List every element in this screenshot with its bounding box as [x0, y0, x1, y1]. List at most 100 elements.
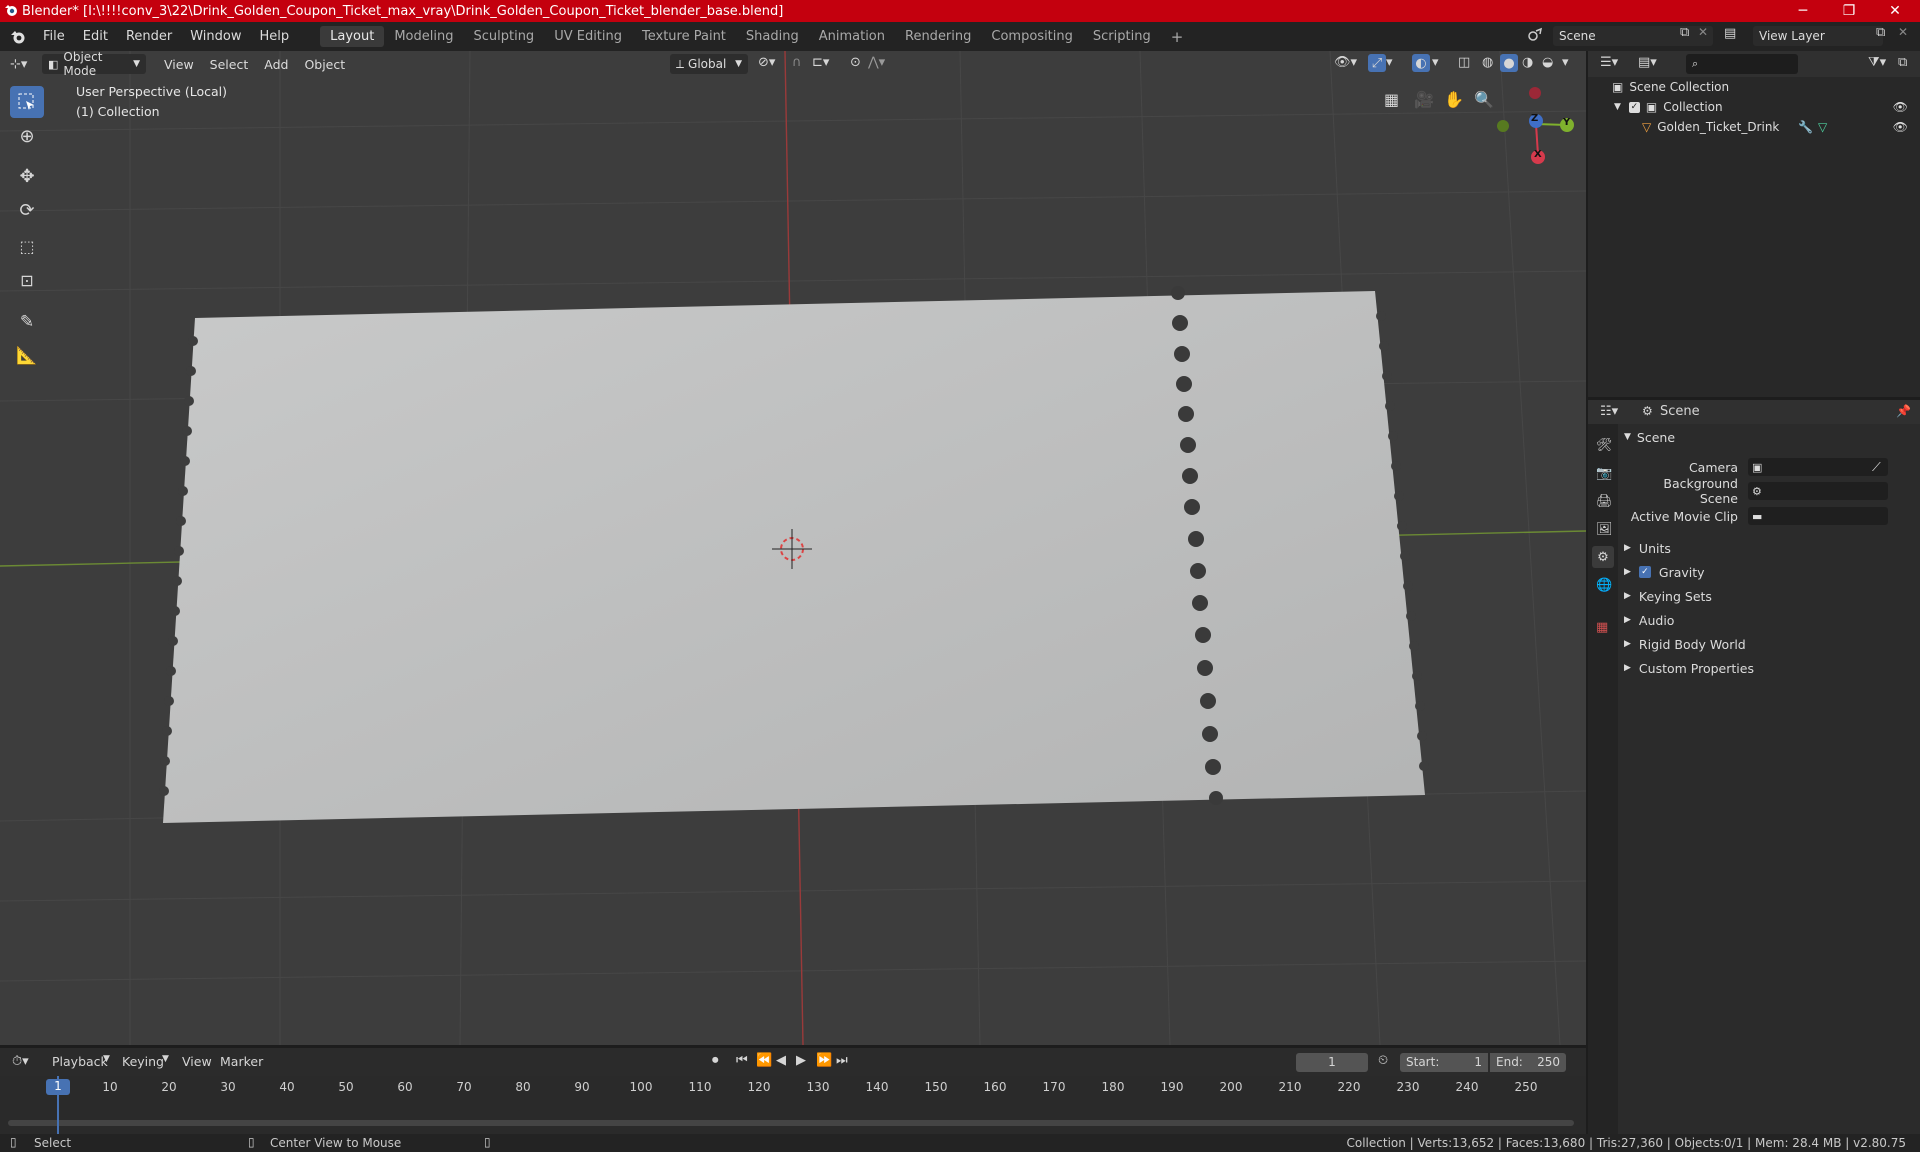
blender-menu-icon[interactable] — [10, 29, 26, 45]
pin-icon[interactable]: 📌 — [1896, 404, 1911, 418]
3d-viewport[interactable] — [0, 51, 1586, 1045]
expand-arrow-icon[interactable]: ▼ — [1614, 102, 1621, 112]
overlay-toggle-icon[interactable]: ◐ — [1412, 54, 1430, 72]
snap-target-icon[interactable]: ⊏▾ — [812, 55, 829, 70]
new-collection-icon[interactable]: ⧉ — [1898, 55, 1907, 70]
view-layer-remove-icon[interactable]: ✕ — [1898, 25, 1908, 39]
start-frame-field[interactable]: Start: 1 — [1400, 1053, 1488, 1072]
outliner-row-object[interactable]: ▽ Golden_Ticket_Drink 🔧 ▽ 👁 — [1588, 117, 1920, 137]
keying-sets-section[interactable]: ▶ Keying Sets — [1624, 585, 1916, 607]
menu-window[interactable]: Window — [181, 29, 250, 44]
tab-scripting[interactable]: Scripting — [1083, 26, 1161, 47]
measure-tool[interactable]: 📐 — [10, 340, 44, 372]
editor-type-icon[interactable]: ⊹▾ — [10, 57, 34, 72]
output-tab-icon[interactable]: 🖨 — [1596, 494, 1613, 509]
scene-new-icon[interactable]: ⧉ — [1680, 25, 1689, 40]
mesh-data-icon[interactable]: ▽ — [1818, 120, 1827, 134]
scene-panel-header[interactable]: ▼ Scene — [1624, 426, 1916, 448]
tab-animation[interactable]: Animation — [809, 26, 895, 47]
timeline-menu-marker[interactable]: Marker — [220, 1054, 263, 1069]
filter-icon[interactable]: ⧩▾ — [1868, 55, 1886, 70]
current-frame-field[interactable]: 1 — [1296, 1053, 1368, 1072]
add-workspace-icon[interactable]: + — [1161, 25, 1194, 49]
scene-remove-icon[interactable]: ✕ — [1698, 25, 1708, 39]
menu-render[interactable]: Render — [117, 29, 181, 44]
tab-layout[interactable]: Layout — [320, 26, 385, 47]
grid-view-icon[interactable]: ▦ — [1384, 90, 1399, 109]
preview-range-icon[interactable]: ⏲ — [1378, 1053, 1388, 1068]
cursor-tool[interactable]: ⊕ — [10, 120, 44, 152]
properties-editor-icon[interactable]: ☷▾ — [1600, 404, 1618, 419]
units-section[interactable]: ▶ Units — [1624, 537, 1916, 559]
eye-icon[interactable]: 👁 — [1893, 100, 1908, 114]
view-layer-new-icon[interactable]: ⧉ — [1876, 25, 1885, 40]
minimize-button[interactable]: ─ — [1780, 0, 1826, 22]
proportional-edit-icon[interactable]: ⊙ — [850, 55, 861, 70]
annotate-tool[interactable]: ✎ — [10, 306, 44, 338]
pan-hand-icon[interactable]: ✋ — [1444, 90, 1464, 109]
snap-icon[interactable]: ∩ — [792, 55, 802, 70]
viewport-menu-object[interactable]: Object — [296, 55, 353, 74]
scale-tool[interactable]: ⬚ — [10, 230, 44, 262]
chevron-down-icon[interactable]: ▾ — [1562, 55, 1569, 70]
active-movie-clip-field[interactable]: ▬ — [1748, 507, 1888, 525]
next-keyframe-icon[interactable]: ⏩ — [816, 1053, 832, 1068]
prev-keyframe-icon[interactable]: ⏪ — [756, 1053, 772, 1068]
tool-tab-icon[interactable]: 🛠 — [1596, 438, 1613, 453]
texture-tab-icon[interactable]: ▦ — [1596, 620, 1608, 635]
jump-start-icon[interactable]: ⏮ — [736, 1053, 748, 1068]
outliner-row-collection[interactable]: ▼ ✓ ▣ Collection 👁 — [1588, 97, 1920, 117]
audio-section[interactable]: ▶ Audio — [1624, 609, 1916, 631]
modifier-wrench-icon[interactable]: 🔧 — [1798, 120, 1813, 134]
pivot-point-icon[interactable]: ⊘▾ — [758, 55, 775, 70]
timeline-scrollbar[interactable] — [8, 1120, 1574, 1126]
background-scene-field[interactable]: ⚙ — [1748, 482, 1888, 500]
viewport-menu-add[interactable]: Add — [256, 55, 296, 74]
falloff-icon[interactable]: ⋀▾ — [868, 55, 885, 70]
collection-checkbox[interactable]: ✓ — [1628, 101, 1640, 113]
menu-file[interactable]: File — [34, 29, 74, 44]
camera-view-icon[interactable]: 🎥 — [1414, 90, 1434, 109]
select-box-tool[interactable] — [10, 86, 44, 118]
timeline-menu-view[interactable]: View — [182, 1054, 212, 1069]
render-tab-icon[interactable]: 📷 — [1596, 466, 1612, 481]
view-layer-tab-icon[interactable]: 🖼 — [1596, 522, 1613, 537]
eyedropper-icon[interactable]: ⟋ — [1872, 459, 1881, 475]
transform-tool[interactable]: ⊡ — [10, 264, 44, 296]
outliner-search-input[interactable]: ⌕ — [1686, 54, 1798, 74]
tab-sculpting[interactable]: Sculpting — [463, 26, 544, 47]
navigation-gizmo[interactable]: Z Y X — [1486, 82, 1582, 168]
viewport-menu-view[interactable]: View — [156, 55, 202, 74]
play-reverse-icon[interactable]: ◀ — [776, 1053, 786, 1068]
playhead-frame-label[interactable]: 1 — [46, 1079, 70, 1095]
camera-field[interactable]: ▣ — [1748, 458, 1888, 476]
close-button[interactable]: ✕ — [1872, 0, 1918, 22]
tab-rendering[interactable]: Rendering — [895, 26, 981, 47]
timeline-editor-icon[interactable]: ⏱▾ — [12, 1054, 29, 1069]
visibility-icon[interactable]: 👁▾ — [1334, 55, 1357, 70]
outliner-editor-icon[interactable]: ☰▾ — [1600, 55, 1618, 70]
world-tab-icon[interactable]: 🌐 — [1596, 578, 1612, 593]
play-icon[interactable]: ▶ — [796, 1053, 806, 1068]
menu-edit[interactable]: Edit — [74, 29, 117, 44]
chevron-down-icon[interactable]: ▾ — [1386, 55, 1393, 70]
tab-shading[interactable]: Shading — [736, 26, 809, 47]
timeline-menu-playback[interactable]: Playback — [52, 1054, 108, 1069]
scene-tab-icon[interactable]: ⚙ — [1592, 546, 1614, 568]
tab-modeling[interactable]: Modeling — [384, 26, 463, 47]
display-mode-icon[interactable]: ▤▾ — [1638, 55, 1657, 70]
timeline-menu-keying[interactable]: Keying — [122, 1054, 164, 1069]
view-layer-icon[interactable]: ▤ — [1724, 26, 1736, 41]
gizmo-toggle-icon[interactable]: ⤢ — [1368, 54, 1386, 72]
material-shading-icon[interactable]: ◑ — [1522, 55, 1533, 70]
transform-orientation-selector[interactable]: ⟂ Global ▼ — [670, 54, 748, 74]
custom-properties-section[interactable]: ▶ Custom Properties — [1624, 657, 1916, 679]
end-frame-field[interactable]: End: 250 — [1490, 1053, 1566, 1072]
gravity-section[interactable]: ▶ ✓ Gravity — [1624, 561, 1916, 583]
eye-icon[interactable]: 👁 — [1893, 120, 1908, 134]
rendered-shading-icon[interactable]: ◒ — [1542, 55, 1553, 70]
rigid-body-world-section[interactable]: ▶ Rigid Body World — [1624, 633, 1916, 655]
record-icon[interactable]: ⏺ — [712, 1053, 719, 1068]
viewport-menu-select[interactable]: Select — [202, 55, 257, 74]
rotate-tool[interactable]: ⟳ — [10, 194, 44, 226]
